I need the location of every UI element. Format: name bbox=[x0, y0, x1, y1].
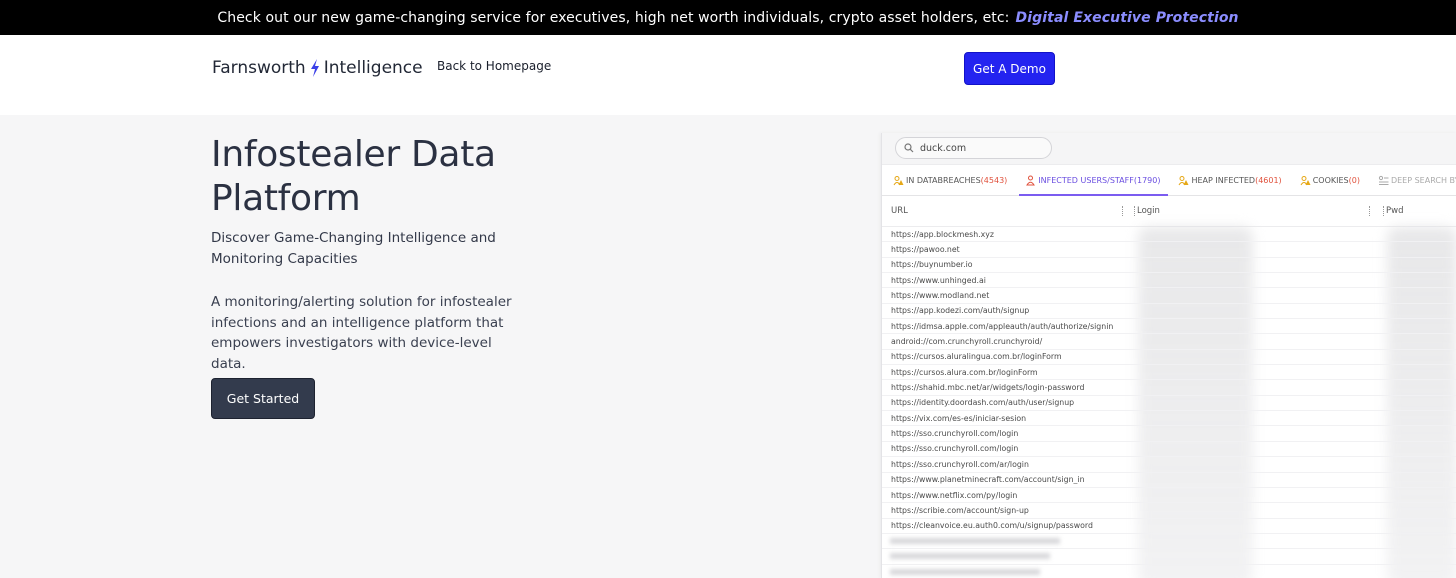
screenshot-search-field: duck.com bbox=[895, 137, 1052, 159]
row-url: https://identity.doordash.com/auth/user/… bbox=[891, 398, 1075, 408]
table-row: https://identity.doordash.com/auth/user/… bbox=[882, 396, 1456, 412]
row-url: https://cursos.aluralingua.com.br/loginF… bbox=[891, 352, 1062, 362]
row-url: https://pawoo.net bbox=[891, 245, 960, 255]
row-url: https://sso.crunchyroll.com/login bbox=[891, 444, 1019, 454]
table-row: https://www.modland.net bbox=[882, 288, 1456, 304]
tab-label: DEEP SEARCH BY K bbox=[1390, 175, 1456, 185]
row-url: https://cursos.alura.com.br/loginForm bbox=[891, 367, 1038, 377]
promo-text: Check out our new game-changing service … bbox=[217, 9, 1010, 26]
row-url: https://sso.crunchyroll.com/ar/login bbox=[891, 459, 1029, 469]
row-url: https://vix.com/es-es/iniciar-sesion bbox=[891, 413, 1027, 423]
top-nav: Farnsworth Intelligence Back to Homepage… bbox=[0, 35, 1456, 115]
logo-text-left: Farnsworth bbox=[212, 58, 306, 78]
table-row: https://app.kodezi.com/auth/signup bbox=[882, 304, 1456, 320]
table-row: android://com.crunchyroll.crunchyroid/ bbox=[882, 334, 1456, 350]
get-started-button[interactable]: Get Started bbox=[211, 378, 315, 419]
redacted-url bbox=[890, 538, 1060, 545]
row-url: https://www.modland.net bbox=[891, 291, 990, 301]
row-url: https://scribie.com/account/sign-up bbox=[891, 505, 1029, 515]
tab-infected-users-staff: INFECTED USERS/STAFF (1790) bbox=[1019, 165, 1169, 196]
column-separator bbox=[1383, 206, 1385, 216]
row-url: https://www.planetminecraft.com/account/… bbox=[891, 475, 1085, 485]
table-row: https://www.unhinged.ai bbox=[882, 273, 1456, 289]
redacted-url bbox=[890, 568, 1040, 575]
back-to-homepage-link[interactable]: Back to Homepage bbox=[437, 59, 551, 73]
row-url: android://com.crunchyroll.crunchyroid/ bbox=[891, 337, 1043, 347]
row-url: https://www.unhinged.ai bbox=[891, 275, 986, 285]
column-separator bbox=[1122, 206, 1124, 216]
promo-banner: Check out our new game-changing service … bbox=[0, 0, 1456, 35]
logo-text-right: Intelligence bbox=[323, 58, 423, 78]
tab-count: (1790) bbox=[1133, 175, 1161, 185]
table-row: https://sso.crunchyroll.com/login bbox=[882, 442, 1456, 458]
bolt-icon bbox=[310, 59, 319, 77]
table-row: https://pawoo.net bbox=[882, 242, 1456, 258]
hero-description: A monitoring/alerting solution for infos… bbox=[211, 294, 512, 372]
row-url: https://shahid.mbc.net/ar/widgets/login-… bbox=[891, 383, 1085, 393]
screenshot-tabs: IN DATABREACHES (4543) INFECTED USERS/ST… bbox=[882, 165, 1456, 196]
table-row: https://cleanvoice.eu.auth0.com/u/signup… bbox=[882, 519, 1456, 534]
row-url: https://idmsa.apple.com/appleauth/auth/a… bbox=[891, 321, 1114, 331]
table-row: https://buynumber.io bbox=[882, 258, 1456, 274]
people-warning-icon bbox=[1300, 175, 1311, 185]
row-url: https://app.blockmesh.xyz bbox=[891, 229, 994, 239]
column-pwd: Pwd bbox=[1386, 206, 1404, 216]
tab-count: (0) bbox=[1348, 175, 1360, 185]
people-warning-icon bbox=[1179, 175, 1189, 185]
column-url: URL bbox=[891, 206, 908, 216]
table-row: https://app.blockmesh.xyz bbox=[882, 227, 1456, 243]
table-row: https://www.netflix.com/py/login bbox=[882, 488, 1456, 504]
table-header: URL Login Pwd bbox=[882, 196, 1456, 227]
column-separator bbox=[1369, 206, 1371, 216]
row-url: https://sso.crunchyroll.com/login bbox=[891, 429, 1019, 439]
table-row: https://www.planetminecraft.com/account/… bbox=[882, 473, 1456, 488]
tab-label: COOKIES bbox=[1312, 175, 1349, 185]
row-url: https://cleanvoice.eu.auth0.com/u/signup… bbox=[891, 521, 1093, 531]
tab-label: HEAP INFECTED bbox=[1191, 175, 1256, 185]
table-row: https://sso.crunchyroll.com/login bbox=[882, 426, 1456, 442]
column-separator bbox=[1134, 206, 1136, 216]
get-demo-button[interactable]: Get A Demo bbox=[964, 52, 1055, 85]
table-row: https://vix.com/es-es/iniciar-sesion bbox=[882, 411, 1456, 427]
table-row: https://scribie.com/account/sign-up bbox=[882, 503, 1456, 519]
search-value: duck.com bbox=[920, 142, 967, 154]
table-row-redacted bbox=[882, 549, 1456, 565]
redacted-url bbox=[890, 553, 1050, 560]
table-row: https://shahid.mbc.net/ar/widgets/login-… bbox=[882, 380, 1456, 396]
table-row: https://idmsa.apple.com/appleauth/auth/a… bbox=[882, 319, 1456, 335]
hero-subtitle: Discover Game-Changing Intelligence and … bbox=[211, 230, 496, 267]
tab-count: (4543) bbox=[980, 175, 1008, 185]
column-login: Login bbox=[1137, 206, 1160, 216]
table-row-redacted bbox=[882, 565, 1456, 578]
tab-label: IN DATABREACHES bbox=[906, 175, 981, 185]
search-icon bbox=[904, 143, 914, 153]
row-url: https://app.kodezi.com/auth/signup bbox=[891, 306, 1030, 316]
tab-heap-infected: HEAP INFECTED (4601) bbox=[1178, 165, 1282, 196]
table-row-redacted bbox=[882, 534, 1456, 550]
product-screenshot: duck.com IN DATABREACHES (4543) INFECTED… bbox=[881, 133, 1456, 578]
row-url: https://www.netflix.com/py/login bbox=[891, 490, 1018, 500]
logo[interactable]: Farnsworth Intelligence bbox=[212, 57, 423, 79]
row-url: https://buynumber.io bbox=[891, 260, 973, 270]
list-search-icon bbox=[1378, 175, 1389, 185]
tab-deep-search: DEEP SEARCH BY K bbox=[1378, 165, 1456, 196]
table-body: https://app.blockmesh.xyz https://pawoo.n… bbox=[882, 227, 1456, 578]
table-row: https://cursos.alura.com.br/loginForm bbox=[882, 365, 1456, 381]
table-row: https://cursos.aluralingua.com.br/loginF… bbox=[882, 350, 1456, 366]
tab-cookies: COOKIES (0) bbox=[1300, 165, 1360, 196]
person-warning-icon bbox=[1026, 175, 1036, 185]
table-row: https://sso.crunchyroll.com/ar/login bbox=[882, 457, 1456, 473]
screenshot-toolbar: duck.com bbox=[882, 133, 1456, 165]
tab-in-databreaches: IN DATABREACHES (4543) bbox=[893, 165, 1007, 196]
hero-title: Infostealer Data Platform bbox=[211, 134, 496, 219]
tab-count: (4601) bbox=[1255, 175, 1282, 185]
tab-label: INFECTED USERS/STAFF bbox=[1038, 175, 1134, 185]
promo-link[interactable]: Digital Executive Protection bbox=[1016, 10, 1239, 26]
people-warning-icon bbox=[893, 175, 904, 185]
